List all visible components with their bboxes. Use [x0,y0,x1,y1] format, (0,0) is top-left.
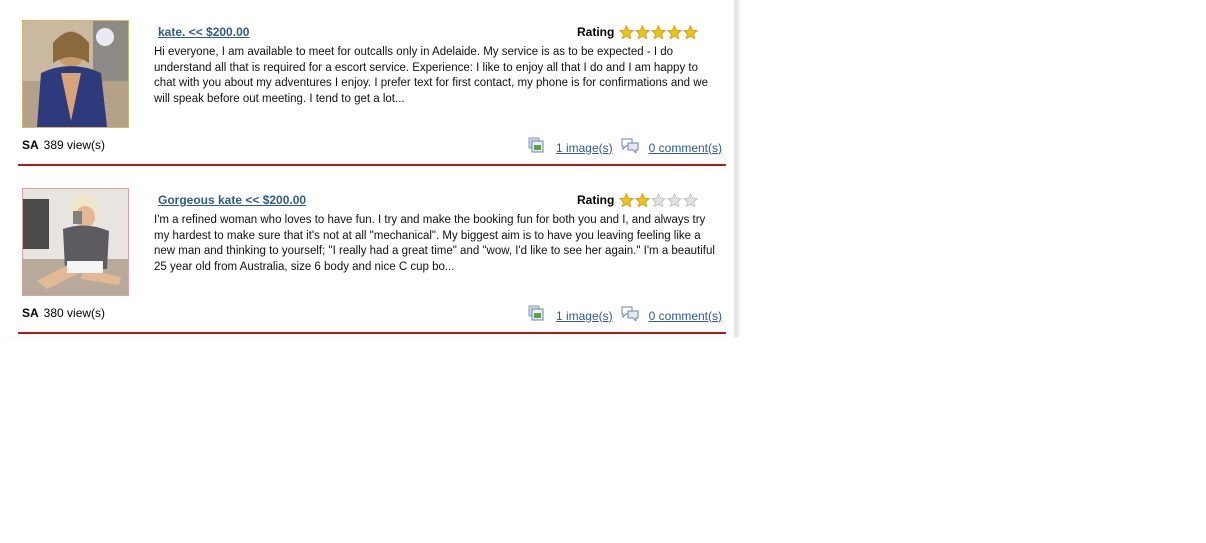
rating-stars [619,192,699,208]
listing-item: Gorgeous kate << $200.00 Rating I'm a re… [18,185,726,335]
listing-column: kate. << $200.00 Rating Hi everyone, I a… [0,0,738,337]
star-filled-icon [683,24,699,39]
image-gallery-icon [528,137,544,158]
listing-title-link[interactable]: kate. << $200.00 [158,25,249,39]
rating: Rating [577,23,699,41]
star-filled-icon [619,192,635,207]
listing-meta: SA 380 view(s) [22,306,105,320]
listing-item: kate. << $200.00 Rating Hi everyone, I a… [18,17,726,167]
star-filled-icon [667,24,683,39]
listing-meta: SA 389 view(s) [22,138,105,152]
comment-bubbles-icon [621,137,639,158]
star-empty-icon [683,192,699,207]
listing-divider [18,164,726,166]
listing-thumbnail[interactable] [22,188,129,296]
images-link[interactable]: 1 image(s) [556,141,613,155]
rating-stars [619,24,699,40]
rating: Rating [577,191,699,209]
star-empty-icon [667,192,683,207]
images-link[interactable]: 1 image(s) [556,309,613,323]
comments-link[interactable]: 0 comment(s) [649,309,722,323]
image-gallery-icon [528,305,544,326]
state-label: SA [22,306,39,320]
state-label: SA [22,138,39,152]
listing-title-link[interactable]: Gorgeous kate << $200.00 [158,193,306,207]
listing-links: 1 image(s) 0 comment(s) [528,137,722,158]
listing-links: 1 image(s) 0 comment(s) [528,305,722,326]
rating-label: Rating [577,193,615,207]
listing-divider [18,332,726,334]
listing-thumbnail[interactable] [22,20,129,128]
star-filled-icon [619,24,635,39]
comments-link[interactable]: 0 comment(s) [649,141,722,155]
rating-label: Rating [577,25,615,39]
view-count: 389 view(s) [43,138,106,152]
star-empty-icon [651,192,667,207]
star-filled-icon [635,192,651,207]
star-filled-icon [635,24,651,39]
comment-bubbles-icon [621,305,639,326]
view-count: 380 view(s) [43,306,106,320]
star-filled-icon [651,24,667,39]
listing-description: I'm a refined woman who loves to have fu… [154,214,715,273]
listing-description: Hi everyone, I am available to meet for … [154,46,708,105]
